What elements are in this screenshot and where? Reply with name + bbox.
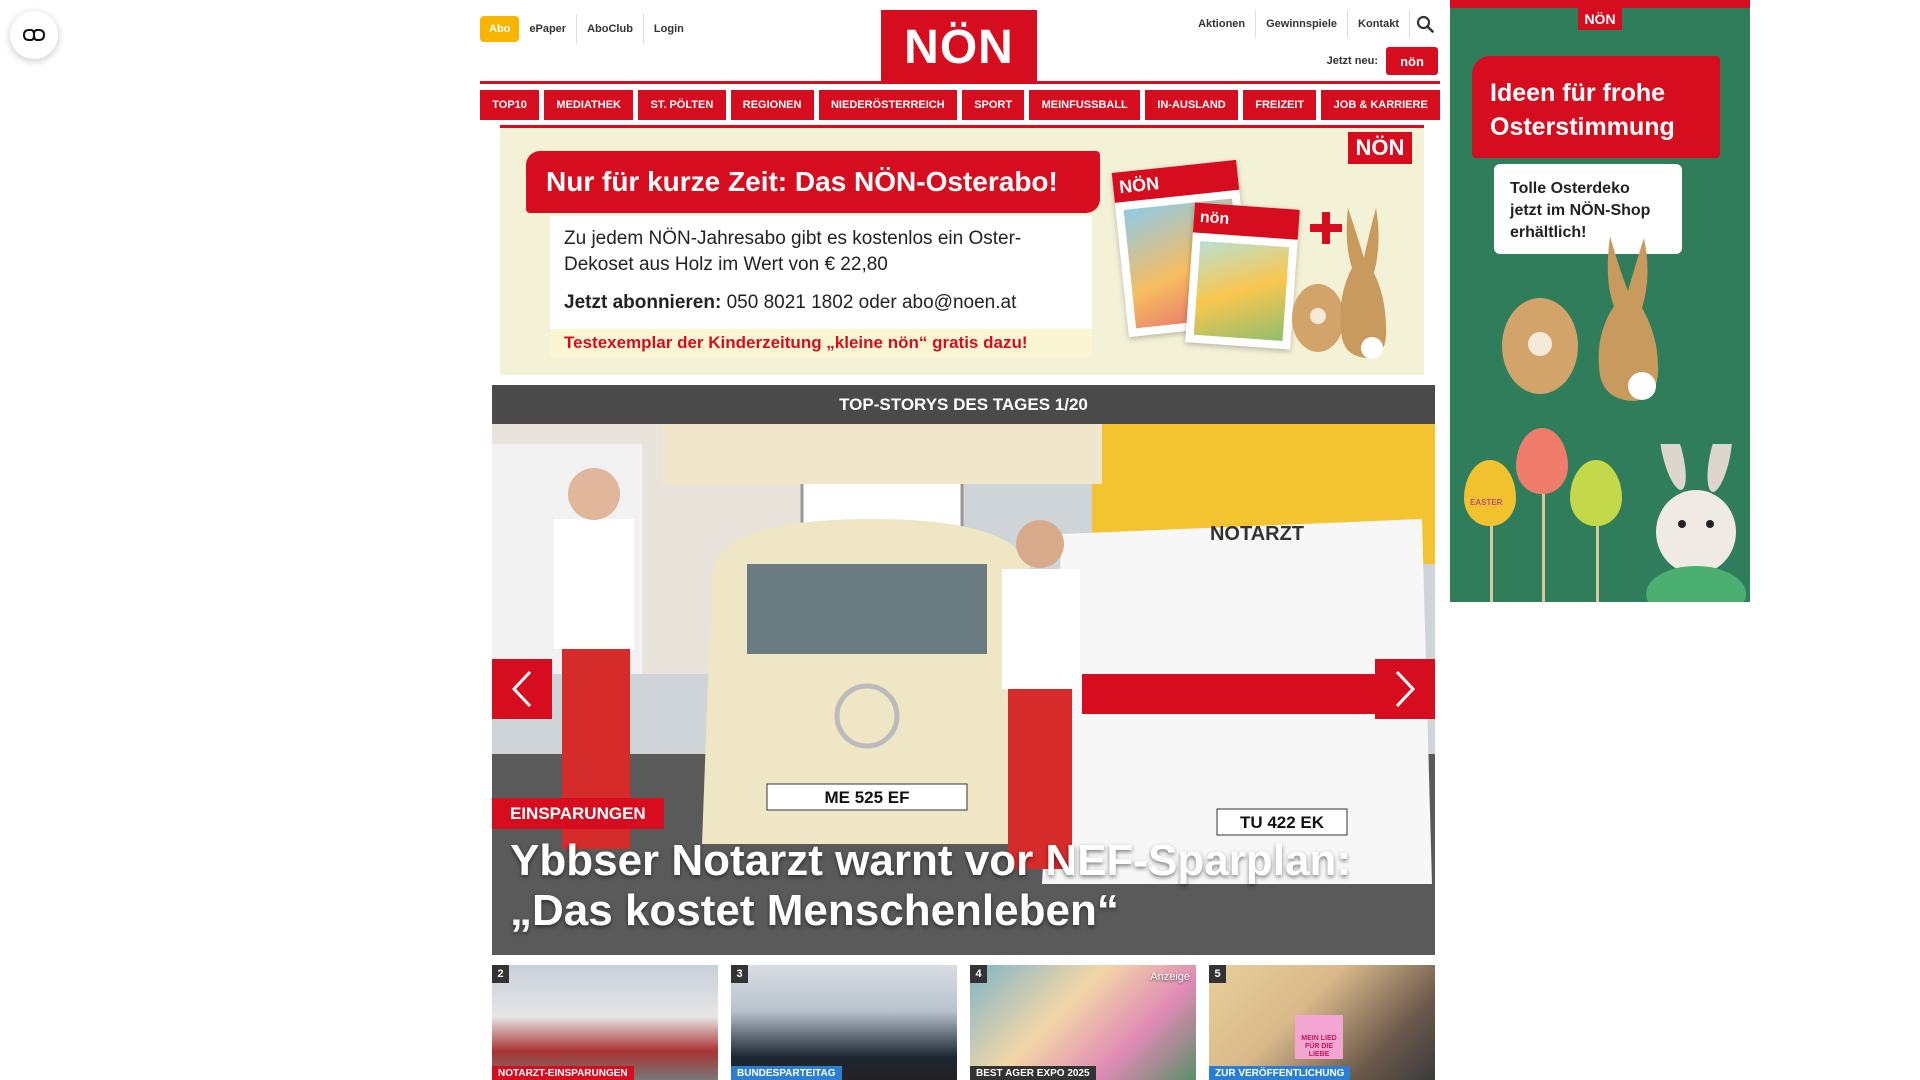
story-thumb-2[interactable]: 2 NOTARZT-EINSPARUNGEN (492, 965, 718, 1080)
notarzt-sign: NOTARZT (1210, 523, 1304, 545)
thumb-caption: BUNDESPARTEITAG (731, 1066, 842, 1080)
chevron-right-icon (1395, 670, 1416, 708)
promo-title-box: Nur für kurze Zeit: Das NÖN-Osterabo! (526, 151, 1100, 213)
newspaper-masthead: NÖN (1111, 159, 1240, 203)
abo-button[interactable]: Abo (480, 16, 520, 42)
side-advertisement[interactable]: NÖN Ideen für frohe Osterstimmung Tolle … (1450, 0, 1750, 602)
ad-title: Ideen für frohe Osterstimmung (1472, 56, 1720, 158)
service-links: Aktionen Gewinnspiele Kontakt (1188, 10, 1440, 38)
promo-contact: Jetzt abonnieren: 050 8021 1802 oder abo… (564, 292, 1078, 314)
accessibility-button[interactable] (10, 11, 58, 59)
story-thumb-3[interactable]: 3 BUNDESPARTEITAG (731, 965, 957, 1080)
main-nav: TOP10 MEDIATHEK ST. PÖLTEN REGIONEN NIED… (480, 90, 1441, 120)
slider-next-button[interactable] (1375, 659, 1435, 719)
story-thumb-5[interactable]: 5 MEIN LIED FÜR DIE LIEBE ZUR VERÖFFENTL… (1209, 965, 1435, 1080)
jetzt-neu-label: Jetzt neu: (1326, 55, 1378, 67)
osterabo-banner[interactable]: Nur für kurze Zeit: Das NÖN-Osterabo! Zu… (500, 125, 1424, 375)
glasses-icon (22, 29, 46, 41)
story-kicker[interactable]: EINSPARUNGEN (492, 798, 664, 829)
top-stories-slider: TOP-STORYS DES TAGES 1/20 ME 525 EF NOTA… (492, 385, 1435, 955)
thumb-number: 2 (492, 965, 509, 983)
site-logo[interactable]: NÖN (881, 10, 1037, 84)
ad-badge: Anzeige (1150, 971, 1190, 983)
easter-egg-decoration (1464, 460, 1516, 526)
easter-egg-decoration (1516, 428, 1568, 494)
promo-kinderzeitung-note: Testexemplar der Kinderzeitung „kleine n… (550, 325, 1092, 357)
story-headline[interactable]: Ybbser Notarzt warnt vor NEF-Sparplan: „… (510, 836, 1410, 936)
nav-freizeit[interactable]: FREIZEIT (1243, 90, 1317, 120)
kleine-noen-logo[interactable]: nön (1386, 47, 1438, 75)
gewinnspiele-link[interactable]: Gewinnspiele (1256, 10, 1349, 38)
chevron-left-icon (511, 670, 532, 708)
wooden-bunny-image (1502, 236, 1659, 401)
search-icon (1416, 15, 1434, 33)
thumb-caption: BEST AGER EXPO 2025 (970, 1066, 1096, 1080)
slider-prev-button[interactable] (492, 659, 552, 719)
jetzt-neu: Jetzt neu: nön (1327, 47, 1438, 75)
nav-sport[interactable]: SPORT (961, 90, 1025, 120)
nav-niederoesterreich[interactable]: NIEDERÖSTERREICH (818, 90, 957, 120)
nav-meinfussball[interactable]: MEINFUSSBALL (1029, 90, 1141, 120)
rabbit-image (1646, 444, 1746, 602)
nav-job-karriere[interactable]: JOB & KARRIERE (1321, 90, 1441, 120)
nav-top10[interactable]: TOP10 (480, 90, 540, 120)
aboclub-link[interactable]: AboClub (576, 14, 643, 44)
thumb-number: 5 (1209, 965, 1226, 983)
nav-mediathek[interactable]: MEDIATHEK (544, 90, 634, 120)
site-header: Abo ePaper AboClub Login NÖN Aktionen Ge… (480, 0, 1440, 84)
license-plate-2: TU 422 EK (1240, 813, 1325, 832)
top-links: Abo ePaper AboClub Login (480, 14, 694, 44)
slider-header: TOP-STORYS DES TAGES 1/20 (492, 385, 1435, 424)
wooden-bunny-image (1292, 208, 1387, 359)
kinderzeitung-image: nön (1185, 202, 1300, 350)
nav-st-poelten[interactable]: ST. PÖLTEN (638, 90, 726, 120)
promo-contact-text: 050 8021 1802 oder abo@noen.at (726, 292, 1017, 313)
thumb-number: 4 (970, 965, 987, 983)
thumb-caption: ZUR VERÖFFENTLICHUNG (1209, 1066, 1351, 1080)
nav-regionen[interactable]: REGIONEN (730, 90, 814, 120)
slider-image[interactable]: ME 525 EF NOTARZT TU 422 EK EINSPARUNGEN… (492, 424, 1435, 955)
promo-description: Zu jedem NÖN-Jahresabo gibt es kostenlos… (564, 228, 1022, 275)
license-plate-1: ME 525 EF (824, 788, 909, 807)
easter-egg-decoration (1570, 460, 1622, 526)
story-thumb-4[interactable]: 4 Anzeige BEST AGER EXPO 2025 (970, 965, 1196, 1080)
promo-title: Nur für kurze Zeit: Das NÖN-Osterabo! (546, 166, 1058, 197)
ad-logo: NÖN (1578, 8, 1622, 30)
story-thumbnails: 2 NOTARZT-EINSPARUNGEN 3 BUNDESPARTEITAG… (492, 965, 1435, 1080)
login-link[interactable]: Login (642, 14, 694, 44)
promo-contact-label: Jetzt abonnieren: (564, 292, 722, 313)
egg-label: EASTER (1470, 498, 1503, 507)
promo-logo: NÖN (1348, 132, 1412, 164)
kinderzeitung-masthead: nön (1192, 202, 1300, 240)
search-button[interactable] (1410, 10, 1440, 38)
nav-in-ausland[interactable]: IN-AUSLAND (1145, 90, 1239, 120)
aktionen-link[interactable]: Aktionen (1188, 10, 1257, 38)
epaper-link[interactable]: ePaper (519, 14, 576, 44)
thumb-sign: MEIN LIED FÜR DIE LIEBE (1295, 1015, 1343, 1059)
thumb-number: 3 (731, 965, 748, 983)
kontakt-link[interactable]: Kontakt (1348, 10, 1410, 38)
thumb-caption: NOTARZT-EINSPARUNGEN (492, 1066, 634, 1080)
